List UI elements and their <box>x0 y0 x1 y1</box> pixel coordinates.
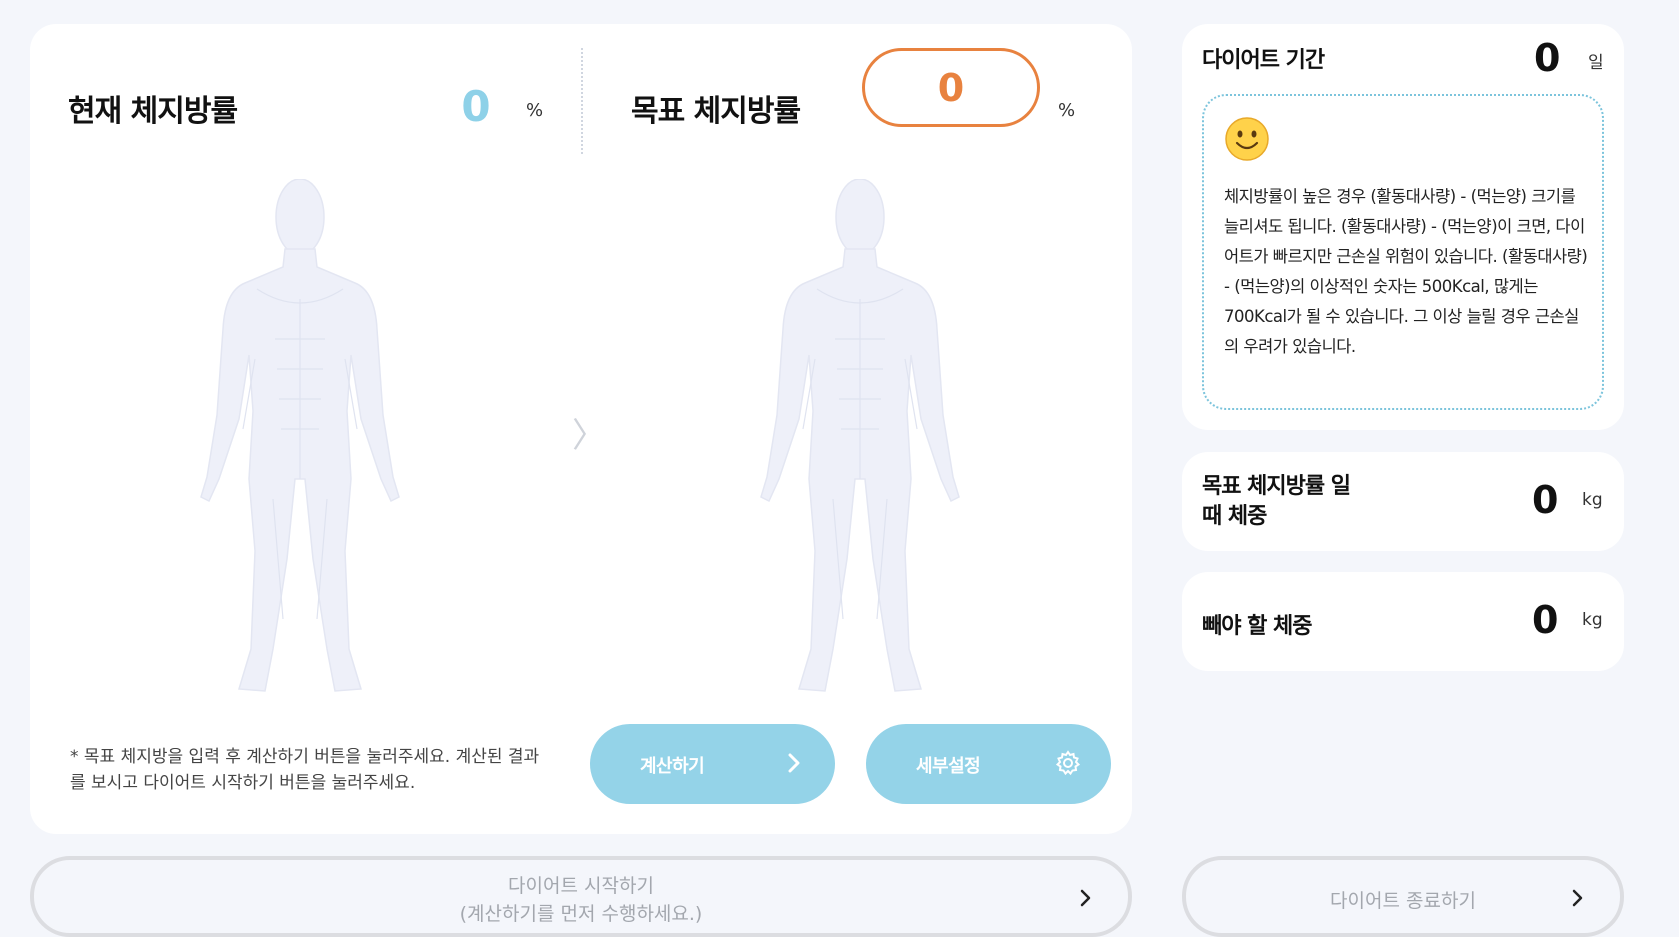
lose-weight-unit: kg <box>1582 610 1603 630</box>
start-diet-button[interactable]: 다이어트 시작하기 (계산하기를 먼저 수행하세요.) <box>30 856 1132 937</box>
lose-weight-label: 빼야 할 체중 <box>1202 614 1313 639</box>
current-bodyfat-unit: % <box>526 100 544 121</box>
target-weight-card: 목표 체지방률 일 때 체중 0 kg <box>1182 452 1624 551</box>
calculate-button[interactable]: 계산하기 <box>590 724 835 804</box>
current-bodyfat-value: 0 <box>461 82 491 131</box>
target-body-figure <box>760 179 960 692</box>
chevron-right-icon <box>783 750 805 781</box>
target-weight-label-line2: 때 체중 <box>1202 504 1267 529</box>
start-diet-button-label: 다이어트 시작하기 <box>508 875 654 897</box>
diet-period-value: 0 <box>1534 36 1561 80</box>
diet-period-card: 다이어트 기간 0 일 체지방률이 높은 경우 (활동대사량) - (먹는양) … <box>1182 24 1624 430</box>
target-weight-label-line1: 목표 체지방률 일 <box>1202 474 1351 499</box>
lose-weight-card: 빼야 할 체중 0 kg <box>1182 572 1624 671</box>
detail-settings-button-label: 세부설정 <box>916 756 981 777</box>
detail-settings-button[interactable]: 세부설정 <box>866 724 1111 804</box>
instruction-text: * 목표 체지방을 입력 후 계산하기 버튼을 눌러주세요. 계산된 결과를 보… <box>70 747 540 793</box>
info-text: 체지방률이 높은 경우 (활동대사량) - (먹는양) 크기를 늘리셔도 됩니다… <box>1224 187 1588 356</box>
info-box: 체지방률이 높은 경우 (활동대사량) - (먹는양) 크기를 늘리셔도 됩니다… <box>1202 94 1604 410</box>
target-weight-unit: kg <box>1582 490 1603 510</box>
current-body-figure <box>200 179 400 692</box>
calculate-button-label: 계산하기 <box>640 756 705 777</box>
target-weight-label: 목표 체지방률 일 때 체중 <box>1202 472 1351 532</box>
current-bodyfat-label: 현재 체지방률 <box>68 94 238 129</box>
target-bodyfat-unit: % <box>1058 100 1076 121</box>
chevron-right-icon: 〉 <box>572 416 606 456</box>
chevron-right-icon <box>1568 886 1588 916</box>
diet-period-unit: 일 <box>1588 53 1604 73</box>
target-weight-value: 0 <box>1532 478 1559 522</box>
divider <box>581 48 583 154</box>
body-fat-card: 현재 체지방률 0 % 목표 체지방률 % 〉 <box>30 24 1132 834</box>
gear-icon <box>1055 750 1081 781</box>
smiley-icon <box>1224 116 1270 166</box>
target-bodyfat-label: 목표 체지방률 <box>631 94 801 129</box>
chevron-right-icon <box>1076 886 1096 916</box>
target-bodyfat-input[interactable] <box>862 48 1040 127</box>
diet-period-label: 다이어트 기간 <box>1202 48 1325 73</box>
end-diet-button[interactable]: 다이어트 종료하기 <box>1182 856 1624 937</box>
lose-weight-value: 0 <box>1532 598 1559 642</box>
end-diet-button-label: 다이어트 종료하기 <box>1330 890 1476 912</box>
start-diet-button-sublabel: (계산하기를 먼저 수행하세요.) <box>459 903 703 925</box>
